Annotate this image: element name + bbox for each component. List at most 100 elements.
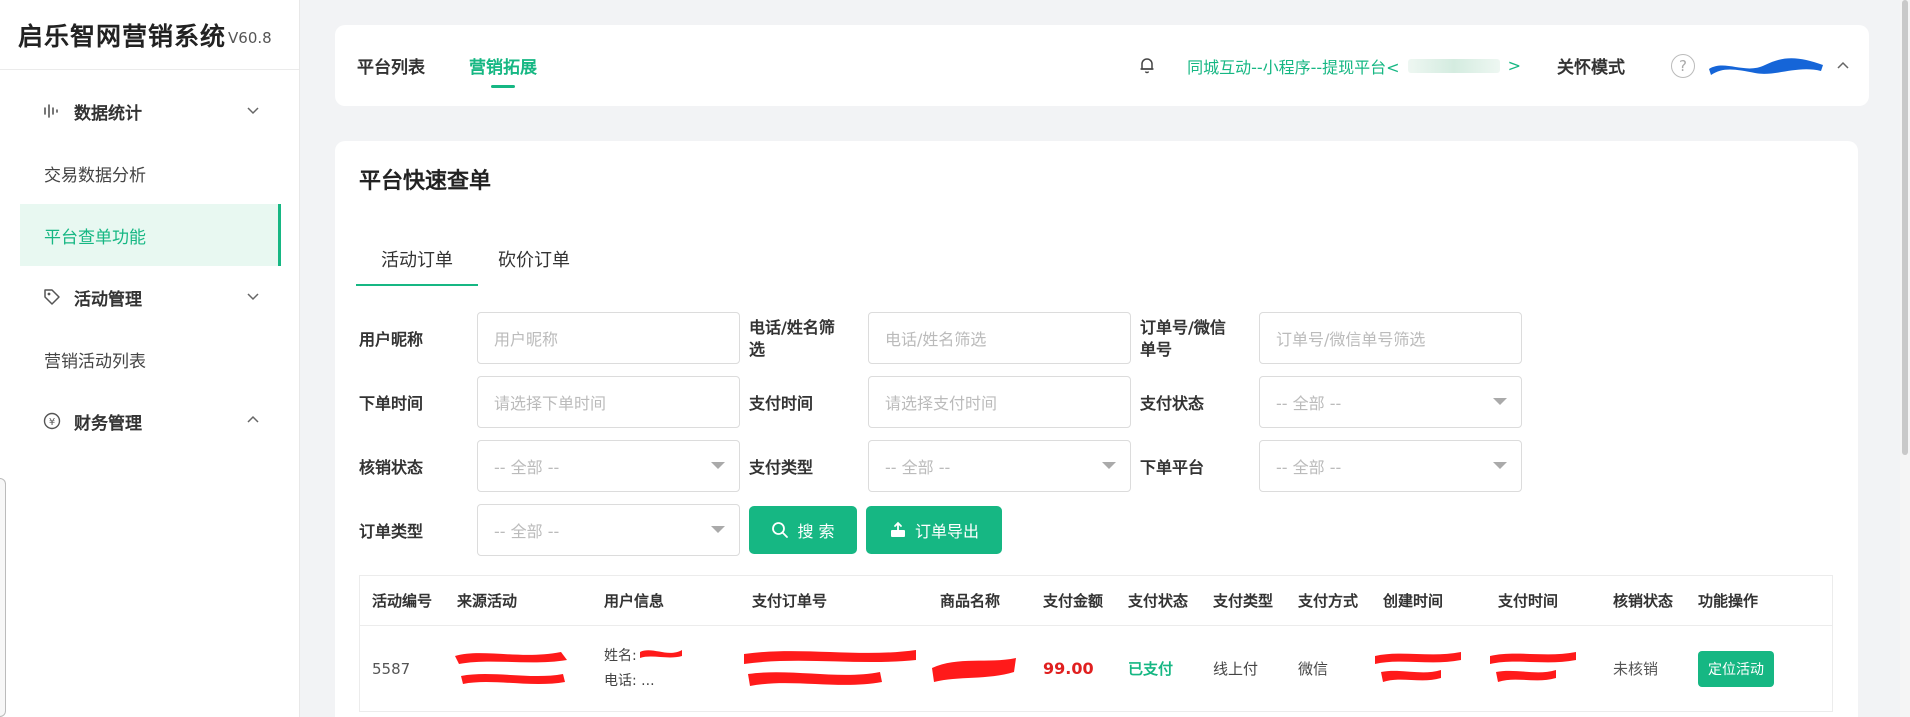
sidebar-item-platform-query[interactable]: 平台查单功能 [20,204,281,266]
nickname-input[interactable]: 用户昵称 [477,312,740,364]
label-nickname: 用户昵称 [359,330,424,349]
side-panel-handle[interactable] [0,478,6,717]
col-verify-status: 核销状态 [1613,592,1674,610]
platform-suffix: > [1507,56,1521,75]
locate-activity-button[interactable]: 定位活动 [1698,650,1774,687]
cell-pay-amount: 99.00 [1043,659,1094,678]
pay-status-value: -- 全部 -- [1276,394,1342,413]
label-order-time: 下单时间 [359,394,424,413]
caret-down-icon [1493,462,1507,469]
current-platform-link[interactable]: 同城互动--小程序--提现平台< > [1187,54,1521,78]
sidebar-item-activity-list[interactable]: 营销活动列表 [0,328,299,390]
label-order-platform: 下单平台 [1140,458,1205,477]
col-actions: 功能操作 [1698,592,1759,610]
label-order-no: 订单号/微信单号 [1140,318,1226,359]
cell-pay-order-no-redacted [740,626,928,711]
platform-prefix: 同城互动--小程序--提现平台< [1187,57,1400,77]
cell-pay-status: 已支付 [1128,660,1174,678]
label-pay-type: 支付类型 [749,458,814,477]
pay-time-picker[interactable]: 请选择支付时间 [868,376,1131,428]
cell-verify-status: 未核销 [1613,660,1659,678]
yen-icon: ¥ [42,411,62,431]
verify-status-select[interactable]: -- 全部 -- [477,440,740,492]
cell-pay-time-redacted [1486,626,1601,711]
table-header: 活动编号 来源活动 用户信息 支付订单号 商品名称 支付金额 支付状态 支付类型… [360,576,1832,626]
caret-down-icon [711,462,725,469]
search-button[interactable]: 搜 索 [749,506,857,554]
redaction-mark [1490,652,1576,682]
redacted-username[interactable] [1705,53,1827,79]
label-pay-status: 支付状态 [1140,394,1205,413]
redaction-mark [744,650,916,686]
sidebar-menu: 数据统计 交易数据分析 平台查单功能 活动管理 营销活动列表 ¥ 财务管理 [0,70,299,452]
bell-icon[interactable] [1137,55,1159,77]
col-product-name: 商品名称 [940,592,1001,610]
cell-source-activity-redacted [445,626,592,711]
app-title: 启乐智网营销系统 [18,21,227,51]
order-tabs: 活动订单 砍价订单 [356,231,590,286]
tab-activity-orders[interactable]: 活动订单 [356,231,478,286]
search-button-label: 搜 索 [797,522,835,541]
pay-type-select[interactable]: -- 全部 -- [868,440,1131,492]
brand: 启乐智网营销系统 V60.8 [0,0,299,70]
redaction-mark [455,652,567,684]
svg-text:¥: ¥ [49,417,55,428]
search-icon [771,521,789,539]
phone-name-input[interactable]: 电话/姓名筛选 [868,312,1131,364]
sidebar-item-trade-analysis[interactable]: 交易数据分析 [0,142,299,204]
nav-marketing-expand[interactable]: 营销拓展 [469,25,537,106]
label-phone-name: 电话/姓名筛选 [749,318,835,359]
sidebar: 启乐智网营销系统 V60.8 数据统计 交易数据分析 平台查单功能 活动管理 营… [0,0,300,717]
page-title: 平台快速查单 [359,169,492,194]
order-no-input[interactable]: 订单号/微信单号筛选 [1259,312,1522,364]
app-version: V60.8 [228,28,272,47]
col-pay-status: 支付状态 [1128,592,1189,610]
top-nav: 平台列表 营销拓展 [335,25,581,106]
sidebar-group-label: 财务管理 [74,413,142,434]
cell-product-name-redacted [928,626,1031,711]
cell-user-info: 姓名: 电话: ... [592,626,740,711]
cell-activity-id: 5587 [372,659,411,678]
redaction-mark [932,658,1016,682]
tag-icon [42,287,62,307]
page-scrollbar[interactable] [1900,0,1910,717]
chevron-up-icon[interactable] [1835,58,1851,74]
bar-chart-icon [42,101,62,121]
export-orders-button[interactable]: 订单导出 [866,506,1002,554]
scrollbar-thumb[interactable] [1902,0,1908,455]
pay-type-value: -- 全部 -- [885,458,951,477]
chevron-down-icon [245,102,263,120]
sidebar-group-data-stats[interactable]: 数据统计 [0,80,299,142]
order-time-picker[interactable]: 请选择下单时间 [477,376,740,428]
sidebar-group-activity[interactable]: 活动管理 [0,266,299,328]
pay-status-select[interactable]: -- 全部 -- [1259,376,1522,428]
table-row: 5587 姓名: 电话: ... 99.00 已支付 线上付 微信 未核销 定位… [360,626,1832,712]
col-user-info: 用户信息 [604,592,665,610]
sidebar-group-label: 数据统计 [74,103,142,124]
export-icon [889,521,907,539]
col-activity-id: 活动编号 [372,592,433,610]
cell-created-time-redacted [1371,626,1486,711]
nav-platform-list[interactable]: 平台列表 [357,25,425,106]
care-mode-toggle[interactable]: 关怀模式 [1557,53,1625,78]
cell-pay-method: 微信 [1298,660,1329,678]
caret-down-icon [1493,398,1507,405]
order-type-select[interactable]: -- 全部 -- [477,504,740,556]
col-pay-amount: 支付金额 [1043,592,1104,610]
label-order-type: 订单类型 [359,522,424,541]
col-created-time: 创建时间 [1383,592,1444,610]
col-pay-time: 支付时间 [1498,592,1559,610]
sidebar-group-label: 活动管理 [74,289,142,310]
tab-bargain-orders[interactable]: 砍价订单 [478,231,590,286]
redaction-mark [640,650,682,658]
caret-down-icon [1102,462,1116,469]
help-icon[interactable]: ? [1671,53,1695,78]
col-pay-type: 支付类型 [1213,592,1274,610]
top-right: 同城互动--小程序--提现平台< > 关怀模式 ? [1137,25,1869,106]
order-platform-select[interactable]: -- 全部 -- [1259,440,1522,492]
chevron-up-icon [245,412,263,430]
col-source-activity: 来源活动 [457,592,518,610]
redacted-platform-id [1407,58,1500,73]
cell-actions: 定位活动 [1686,626,1786,711]
sidebar-group-finance[interactable]: ¥ 财务管理 [0,390,299,452]
